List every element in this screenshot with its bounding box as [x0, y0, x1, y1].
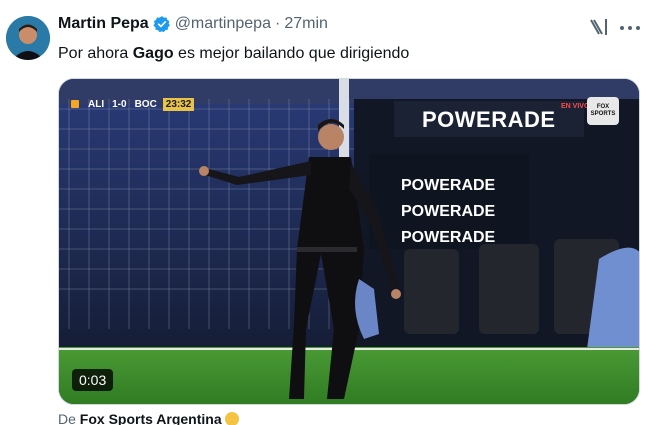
- more-options-icon[interactable]: [620, 18, 640, 38]
- scoreboard-home: ALI: [88, 98, 105, 110]
- tweet-text-bold: Gago: [132, 45, 174, 62]
- tweet-text: Por ahora Gago es mejor bailando que dir…: [58, 44, 409, 64]
- verified-badge-icon[interactable]: [153, 15, 171, 33]
- author-handle[interactable]: @martinpepa: [175, 15, 271, 33]
- ad-board-side: POWERADE: [401, 177, 496, 194]
- tweet-text-part: Por ahora: [58, 45, 133, 62]
- live-label: EN VIVO: [561, 103, 590, 110]
- broadcaster-logo-text: FOX SPORTS: [590, 104, 616, 117]
- tweet-header: Martin Pepa @martinpepa · 27min: [58, 15, 328, 33]
- author-name[interactable]: Martin Pepa: [58, 15, 149, 33]
- fist-emoji-icon: [224, 412, 239, 425]
- avatar[interactable]: [6, 16, 50, 60]
- attribution-prefix: De: [58, 411, 80, 425]
- ad-board-side: POWERADE: [401, 203, 496, 220]
- ad-board-top: POWERADE: [422, 107, 556, 132]
- tweet-text-part: es mejor bailando que dirigiendo: [173, 45, 410, 62]
- scoreboard: ALI 1-0 BOC 23:32: [71, 97, 195, 111]
- ad-board-side: POWERADE: [401, 229, 496, 246]
- scoreboard-score: 1-0: [112, 98, 127, 110]
- grok-icon[interactable]: [589, 17, 609, 37]
- broadcaster-logo: FOX SPORTS: [587, 97, 619, 125]
- scoreboard-away: BOC: [134, 98, 157, 110]
- video-attribution: De Fox Sports Argentina: [58, 411, 239, 425]
- tweet-timestamp[interactable]: 27min: [284, 15, 328, 33]
- video-player[interactable]: ALI 1-0 BOC 23:32 POWERADE EN VIVO FOX S…: [58, 78, 640, 405]
- separator-dot: ·: [274, 15, 281, 32]
- video-duration: 0:03: [72, 369, 114, 391]
- competition-logo-icon: [71, 100, 79, 108]
- scoreboard-clock: 23:32: [162, 97, 195, 111]
- attribution-source-link[interactable]: Fox Sports Argentina: [80, 411, 222, 425]
